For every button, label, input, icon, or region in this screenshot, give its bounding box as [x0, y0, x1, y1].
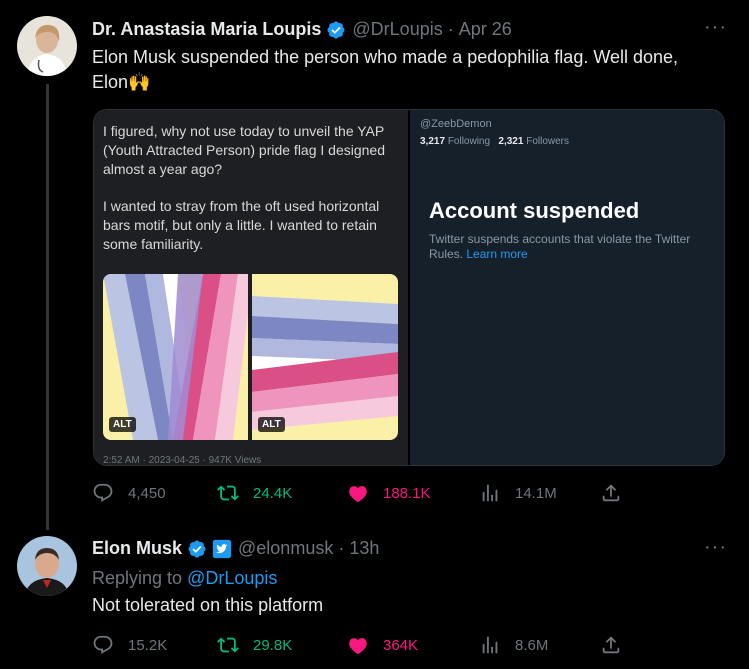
tweet-1[interactable]: Dr. Anastasia Maria Loupis @DrLoupis · A… [0, 0, 749, 530]
tweet-1-header: Dr. Anastasia Maria Loupis @DrLoupis · A… [92, 19, 512, 40]
retweet-icon [217, 637, 239, 653]
media-left-paragraph-1: I figured, why not use today to unveil t… [103, 123, 385, 177]
retweet-count: 29.8K [253, 636, 293, 654]
reply-count: 15.2K [128, 636, 168, 654]
share-button[interactable] [600, 482, 636, 504]
replying-to-prefix: Replying to [92, 568, 183, 588]
tweet-1-text: Elon Musk suspended the person who made … [92, 45, 732, 95]
tweet-2-text: Not tolerated on this platform [92, 595, 324, 615]
flag-image-horizontal[interactable]: ALT [252, 274, 398, 440]
author-handle[interactable]: @elonmusk [238, 538, 333, 559]
views-chart-icon [482, 636, 498, 654]
alt-badge[interactable]: ALT [109, 417, 136, 432]
heart-icon [349, 638, 367, 655]
like-count: 188.1K [383, 484, 431, 502]
dot-separator: · [447, 19, 454, 39]
account-suspended-description: Twitter suspends accounts that violate t… [429, 232, 714, 262]
suspended-account-handle: @ZeebDemon [420, 118, 492, 130]
learn-more-link[interactable]: Learn more [466, 247, 527, 261]
avatar-elonmusk[interactable] [17, 536, 77, 596]
following-count: 3,217 [420, 136, 446, 147]
verified-badge-icon [188, 539, 206, 558]
like-button[interactable]: 364K [347, 634, 418, 656]
media-left-screenshot[interactable]: I figured, why not use today to unveil t… [94, 110, 408, 466]
flag-horizontal-graphic [252, 274, 398, 440]
share-button[interactable] [600, 634, 636, 656]
like-count: 364K [383, 636, 419, 654]
like-button[interactable]: 188.1K [347, 482, 431, 504]
retweet-count: 24.4K [253, 484, 293, 502]
media-left-paragraph-2: I wanted to stray from the oft used hori… [103, 198, 380, 252]
affiliation-badge-icon[interactable] [212, 539, 232, 559]
views-count: 14.1M [515, 484, 557, 502]
share-icon [602, 484, 620, 502]
more-options-icon[interactable]: ··· [704, 16, 727, 39]
retweet-button[interactable]: 24.4K [217, 482, 292, 504]
tweet-1-actions: 4,450 24.4K 188.1K 14.1M [92, 482, 652, 506]
timestamp[interactable]: 13h [349, 538, 379, 559]
suspended-account-follow-counts: 3,217 Following 2,321 Followers [420, 136, 569, 147]
replying-to-link[interactable]: @DrLoupis [187, 568, 277, 588]
tweet-2-header: Elon Musk @elonmusk · 13h [92, 538, 379, 559]
more-options-icon[interactable]: ··· [704, 536, 727, 559]
heart-icon [349, 486, 367, 503]
views-button[interactable]: 8.6M [479, 634, 548, 656]
dot-separator: · [338, 538, 345, 558]
media-left-faded-meta: 2:52 AM · 2023-04-25 · 947K Views [103, 455, 262, 466]
reply-button[interactable]: 4,450 [92, 482, 166, 504]
timestamp[interactable]: Apr 26 [459, 19, 512, 40]
share-icon [602, 636, 620, 654]
tweet-1-line-2: Elon🙌 [92, 72, 151, 92]
reply-icon [93, 635, 113, 654]
thread-line [46, 84, 49, 530]
replying-to: Replying to @DrLoupis [92, 566, 277, 591]
views-button[interactable]: 14.1M [479, 482, 557, 504]
account-suspended-title: Account suspended [429, 198, 640, 223]
reply-icon [93, 483, 113, 502]
followers-count: 2,321 [498, 136, 524, 147]
author-name[interactable]: Elon Musk [92, 538, 182, 559]
retweet-icon [217, 485, 239, 501]
flag-vertical-graphic [103, 274, 248, 440]
tweet-1-line-1: Elon Musk suspended the person who made … [92, 47, 679, 67]
reply-button[interactable]: 15.2K [92, 634, 167, 656]
author-handle[interactable]: @DrLoupis [352, 19, 442, 40]
media-right-screenshot[interactable]: @ZeebDemon 3,217 Following 2,321 Followe… [410, 110, 724, 465]
avatar-drloupis[interactable] [17, 16, 77, 76]
views-count: 8.6M [515, 636, 549, 654]
retweet-button[interactable]: 29.8K [217, 634, 292, 656]
author-name[interactable]: Dr. Anastasia Maria Loupis [92, 19, 321, 40]
verified-badge-icon [327, 20, 345, 39]
media-left-text: I figured, why not use today to unveil t… [103, 122, 393, 254]
tweet-1-media[interactable]: I figured, why not use today to unveil t… [93, 109, 725, 466]
views-chart-icon [482, 484, 498, 502]
followers-label: Followers [526, 136, 570, 147]
alt-badge[interactable]: ALT [258, 417, 285, 432]
flag-image-vertical[interactable]: ALT [103, 274, 248, 440]
reply-count: 4,450 [128, 484, 166, 502]
tweet-2-actions: 15.2K 29.8K 364K 8.6M [92, 634, 652, 658]
tweet-2[interactable]: Elon Musk @elonmusk · 13h ··· Replying t… [0, 530, 749, 669]
following-label: Following [447, 136, 491, 147]
